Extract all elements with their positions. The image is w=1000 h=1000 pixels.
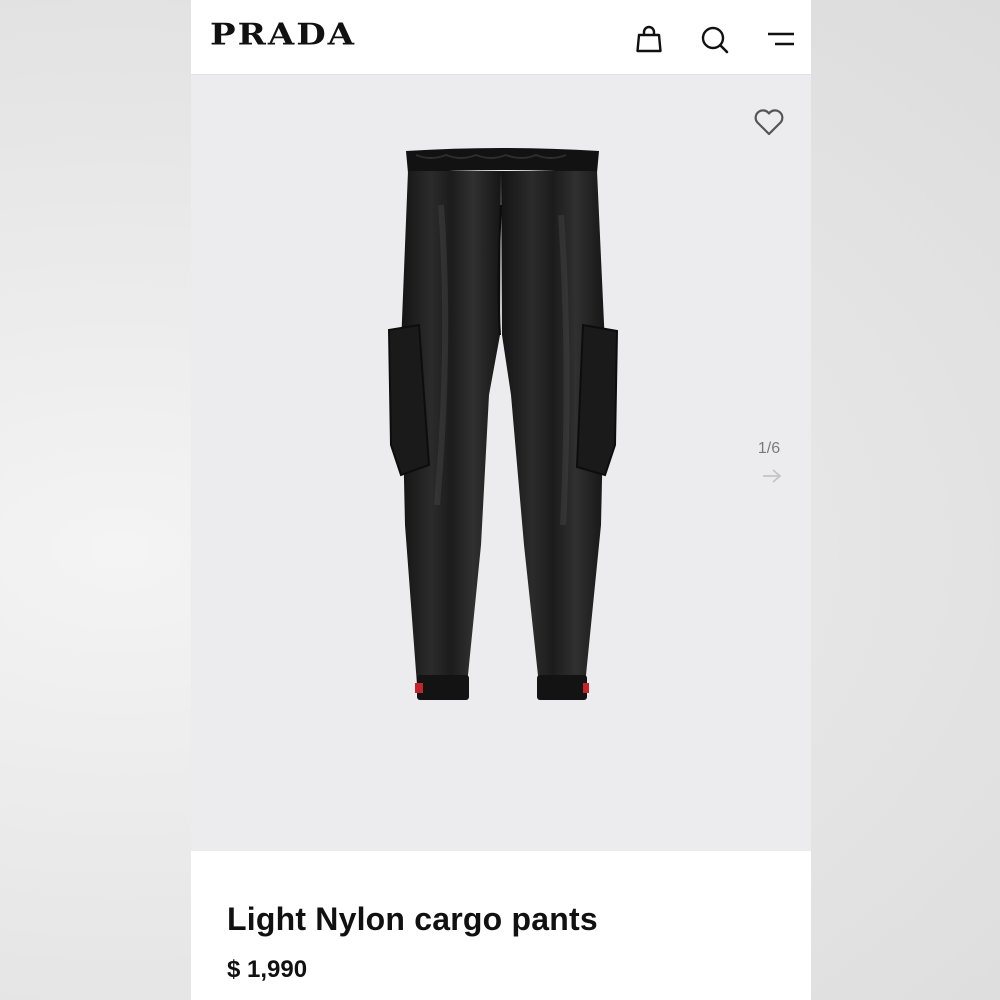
image-counter: 1/6: [757, 440, 781, 457]
product-info: Light Nylon cargo pants $ 1,990: [191, 851, 811, 1000]
menu-button[interactable]: [763, 22, 799, 58]
next-image-button[interactable]: [761, 467, 783, 485]
heart-icon: [754, 109, 784, 136]
product-image: [371, 145, 631, 735]
add-to-wishlist-button[interactable]: [752, 105, 786, 139]
prada-logo[interactable]: PRADA: [210, 17, 356, 52]
search-icon: [701, 26, 729, 54]
cargo-pants-image: [387, 148, 619, 700]
product-image-gallery[interactable]: 1/6: [191, 75, 811, 851]
shopping-bag-icon: [636, 25, 662, 53]
site-header: PRADA: [191, 0, 811, 75]
search-button[interactable]: [697, 22, 733, 58]
arrow-right-icon: [763, 469, 782, 483]
shopping-bag-button[interactable]: [631, 22, 667, 58]
product-price: $ 1,990: [227, 956, 308, 983]
menu-icon: [768, 32, 794, 46]
product-page: PRADA 1/6 Light Nylon cargo pants $ 1,99…: [191, 0, 811, 1000]
product-title: Light Nylon cargo pants: [227, 901, 598, 937]
